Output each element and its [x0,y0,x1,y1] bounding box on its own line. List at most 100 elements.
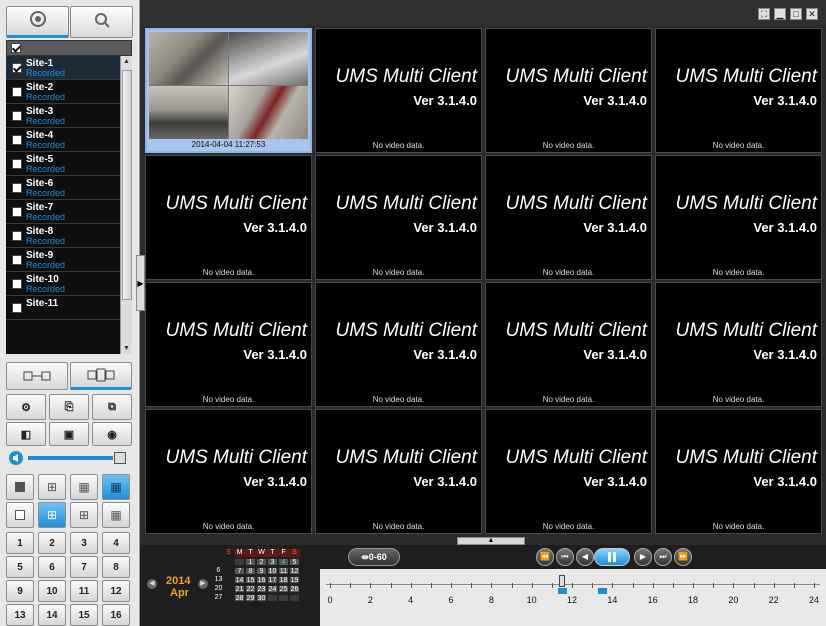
channel-button[interactable]: 4 [102,532,130,554]
site-checkbox[interactable] [12,159,22,169]
skip-back-button[interactable]: ⏮ [556,548,574,566]
play-button[interactable]: ▶ [634,548,652,566]
video-cell[interactable]: UMS Multi Client Ver 3.1.4.0 No video data… [315,28,482,153]
channel-button[interactable]: 16 [102,604,130,626]
layout-sixteen-button[interactable]: ▦ [102,502,130,528]
calendar-day[interactable]: 12 [289,567,300,575]
site-checkbox[interactable] [12,279,22,289]
video-cell[interactable]: UMS Multi Client Ver 3.1.4.0 No video data… [655,409,822,534]
volume-slider[interactable] [6,448,132,468]
calendar-day[interactable]: 16 [256,576,267,584]
site-checkbox[interactable] [12,183,22,193]
channel-button[interactable]: 10 [38,580,66,602]
video-cell[interactable]: UMS Multi Client Ver 3.1.4.0 No video data… [485,155,652,280]
video-cell[interactable]: UMS Multi Client Ver 3.1.4.0 No video data… [315,282,482,407]
select-all-checkbox[interactable] [11,43,21,53]
scroll-thumb[interactable] [122,70,132,300]
channel-button[interactable]: 3 [70,532,98,554]
time-range-button[interactable]: ⇹0-60 [348,548,400,566]
video-cell[interactable]: UMS Multi Client Ver 3.1.4.0 No video data… [655,28,822,153]
channel-button[interactable]: 7 [70,556,98,578]
calendar-day[interactable] [267,594,278,602]
site-item[interactable]: Site-1 Recorded [6,56,120,80]
calendar-day[interactable]: 29 [245,594,256,602]
site-checkbox[interactable] [12,63,22,73]
video-cell[interactable]: UMS Multi Client Ver 3.1.4.0 No video data… [485,28,652,153]
calendar-day[interactable]: 28 [234,594,245,602]
video-cell[interactable]: UMS Multi Client Ver 3.1.4.0 No video data… [655,155,822,280]
video-cell[interactable]: 2014-04-04 11:27:53 [145,28,312,153]
site-checkbox[interactable] [12,207,22,217]
calendar-day[interactable]: 8 [245,567,256,575]
fullscreen-button[interactable]: ⛶ [758,8,770,20]
calendar-day[interactable]: 23 [256,585,267,593]
calendar-day[interactable]: 11 [278,567,289,575]
volume-knob[interactable] [114,452,126,464]
video-cell[interactable]: UMS Multi Client Ver 3.1.4.0 No video data… [485,409,652,534]
panel-collapse-handle[interactable]: ▶ [136,255,145,311]
record-to-pc-button[interactable]: ◧ [6,422,46,446]
video-cell[interactable]: UMS Multi Client Ver 3.1.4.0 No video data… [145,282,312,407]
tab-camera-tree[interactable] [6,6,69,38]
site-item[interactable]: Site-2 Recorded [6,80,120,104]
site-item[interactable]: Site-9 Recorded [6,248,120,272]
calendar-day[interactable]: 3 [267,558,278,566]
video-cell[interactable]: UMS Multi Client Ver 3.1.4.0 No video data… [315,155,482,280]
site-item[interactable]: Site-11 [6,296,120,320]
site-list-scrollbar[interactable]: ▲ ▼ [120,56,132,354]
fast-rewind-button[interactable]: ⏪ [536,548,554,566]
layout-nine-button[interactable]: ⊞ [70,502,98,528]
timeline-cursor[interactable] [558,575,565,587]
scroll-up-icon[interactable]: ▲ [123,58,130,65]
calendar-day[interactable]: 5 [289,558,300,566]
site-checkbox[interactable] [12,231,22,241]
calendar-day[interactable]: 10 [267,567,278,575]
layout-1x1-button[interactable] [6,474,34,500]
layout-single-button[interactable] [6,502,34,528]
site-item[interactable]: Site-10 Recorded [6,272,120,296]
minimize-button[interactable]: ▁ [774,8,786,20]
channel-button[interactable]: 1 [6,532,34,554]
video-cell[interactable]: UMS Multi Client Ver 3.1.4.0 No video data… [145,155,312,280]
calendar-day[interactable]: 9 [256,567,267,575]
record-segment[interactable] [598,588,608,594]
calendar-day[interactable]: 4 [278,558,289,566]
calendar-day[interactable] [289,594,300,602]
channel-button[interactable]: 11 [70,580,98,602]
site-checkbox[interactable] [12,255,22,265]
calendar-day[interactable]: 22 [245,585,256,593]
site-checkbox[interactable] [12,303,22,313]
dvr-setup-button[interactable]: ⚙ [6,394,46,420]
calendar-day[interactable]: 15 [245,576,256,584]
record-segment[interactable] [557,588,567,594]
video-cell[interactable]: UMS Multi Client Ver 3.1.4.0 No video data… [655,282,822,407]
timeline[interactable]: 0 2 4 6 8 10 12 14 16 18 20 22 24 [320,569,826,626]
tab-search[interactable] [70,6,133,38]
play-reverse-button[interactable]: ◀ [576,548,594,566]
prev-month-button[interactable]: ◀ [147,579,157,589]
site-item[interactable]: Site-3 Recorded [6,104,120,128]
skip-forward-button[interactable]: ⏭ [654,548,672,566]
site-item[interactable]: Site-5 Recorded [6,152,120,176]
layout-4x4-button[interactable]: ▦ [102,474,130,500]
next-month-button[interactable]: ▶ [198,579,208,589]
fast-forward-button[interactable]: ⏩ [674,548,692,566]
channel-button[interactable]: 2 [38,532,66,554]
site-item[interactable]: Site-7 Recorded [6,200,120,224]
calendar-day[interactable]: 30 [256,594,267,602]
video-cell[interactable]: UMS Multi Client Ver 3.1.4.0 No video data… [485,282,652,407]
snapshot-button[interactable]: ▣ [49,422,89,446]
multi-connect-button[interactable]: ⧉ [92,394,132,420]
calendar-day[interactable]: 21 [234,585,245,593]
site-checkbox[interactable] [12,111,22,121]
channel-button[interactable]: 14 [38,604,66,626]
calendar-day[interactable] [278,594,289,602]
layout-3x3-button[interactable]: ▦ [70,474,98,500]
calendar-day[interactable]: 17 [267,576,278,584]
timeline-collapse-handle[interactable]: ▲ [457,537,525,545]
calendar-day[interactable]: 19 [289,576,300,584]
scroll-down-icon[interactable]: ▼ [123,345,130,352]
pause-button[interactable] [594,548,630,566]
calendar-day[interactable]: 7 [234,567,245,575]
channel-button[interactable]: 5 [6,556,34,578]
